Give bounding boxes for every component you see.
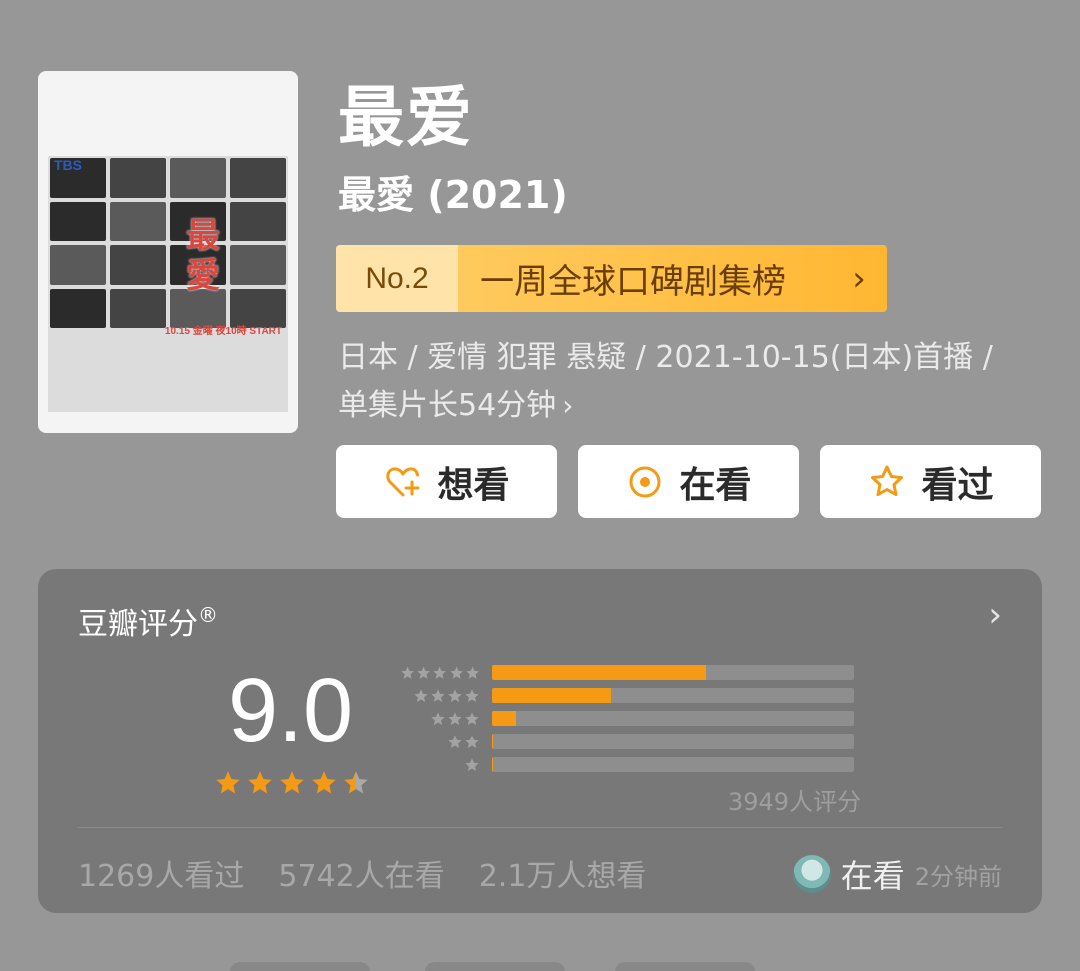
distribution-track [492,688,854,703]
star-icon [216,771,240,794]
avatar [792,855,831,893]
distribution-bar [492,757,494,772]
info-line-2: 单集片长54分钟 › [338,382,1038,430]
distribution-stars [400,734,492,750]
distribution-track [492,711,854,726]
rating-stars [214,769,370,797]
heart-plus-icon [383,462,423,502]
star-icon [448,688,462,702]
watch-stats: 1269人看过 5742人在看 2.1万人想看 [78,851,646,895]
poster-image: 最 愛 10.15 金曜 夜10時 START [48,156,288,412]
distribution-bar [492,734,494,749]
rank-banner[interactable]: No.2 一周全球口碑剧集榜 › [336,245,887,312]
info-line-1: 日本 / 爱情 犯罪 悬疑 / 2021-10-15(日本)首播 / [338,340,993,375]
bottom-tab[interactable] [425,962,565,971]
star-icon [448,734,462,748]
rating-distribution [400,661,854,776]
rank-number: No.2 [336,245,458,312]
star-icon [465,711,479,725]
star-icon [401,666,414,679]
bottom-tab[interactable] [615,962,755,971]
star-icon [431,688,445,702]
star-icon [414,688,428,702]
distribution-row [400,707,854,730]
star-outline-icon [867,462,907,502]
friend-time: 2分钟前 [914,862,1002,891]
page-title: 最爱 [338,79,474,156]
rating-title-text: 豆瓣评分 [78,607,198,642]
wish-count[interactable]: 2.1万人想看 [479,851,647,895]
registered-mark: ® [198,603,218,627]
star-icon [431,711,445,725]
distribution-stars [400,688,492,704]
poster[interactable]: 最 愛 10.15 金曜 夜10時 START TBS [38,71,298,433]
distribution-track [492,757,854,772]
watched-button[interactable]: 看过 [820,445,1041,518]
watched-label: 看过 [921,464,994,506]
network-logo: TBS [54,157,82,173]
divider [78,827,1002,828]
star-icon [417,666,431,679]
chevron-right-icon: › [562,389,574,422]
target-icon [625,462,665,502]
bottom-tab[interactable] [230,962,370,971]
distribution-track [492,665,854,680]
watching-count[interactable]: 5742人在看 [278,851,444,895]
distribution-bar [492,711,516,726]
star-icon [449,666,463,679]
poster-date: 10.15 金曜 夜10時 START [164,326,282,337]
distribution-stars [400,711,492,727]
chevron-right-icon[interactable]: › [988,595,1002,635]
want-to-watch-label: 想看 [437,464,510,506]
poster-title: 最 愛 [186,216,220,296]
distribution-stars [400,757,492,773]
star-icon [433,666,447,679]
star-icon [465,757,479,771]
distribution-row [400,661,854,684]
info-duration: 单集片长54分钟 [338,388,557,423]
star-icon [280,771,304,794]
rating-title: 豆瓣评分® [78,599,218,643]
watched-count[interactable]: 1269人看过 [78,851,244,895]
action-buttons: 想看 在看 看过 [336,445,1041,518]
distribution-row [400,753,854,776]
friend-status: 在看 [840,857,905,895]
rating-score: 9.0 [228,661,354,761]
rating-card[interactable]: 豆瓣评分® › 9.0 3949人评分 1269人看过 5742人在看 2.1万… [38,569,1042,913]
star-icon [312,771,336,794]
show-info[interactable]: 日本 / 爱情 犯罪 悬疑 / 2021-10-15(日本)首播 / 单集片长5… [338,334,1038,430]
star-icon [248,771,272,794]
rating-count: 3949人评分 [728,788,862,816]
star-icon [448,711,462,725]
distribution-row [400,684,854,707]
distribution-bar [492,688,612,703]
watching-label: 在看 [679,464,752,506]
star-icon [466,666,479,679]
distribution-stars [400,665,492,681]
chevron-right-icon: › [852,258,866,299]
distribution-bar [492,665,706,680]
poster-cast-grid [48,156,288,330]
rank-label: 一周全球口碑剧集榜 [480,262,786,302]
star-icon [344,771,368,794]
friend-activity[interactable]: 在看 2分钟前 [792,851,1002,897]
original-title: 最愛 (2021) [338,173,568,217]
star-icon [465,688,479,702]
distribution-row [400,730,854,753]
want-to-watch-button[interactable]: 想看 [336,445,557,518]
distribution-track [492,734,854,749]
watching-button[interactable]: 在看 [578,445,799,518]
star-icon [465,734,479,748]
